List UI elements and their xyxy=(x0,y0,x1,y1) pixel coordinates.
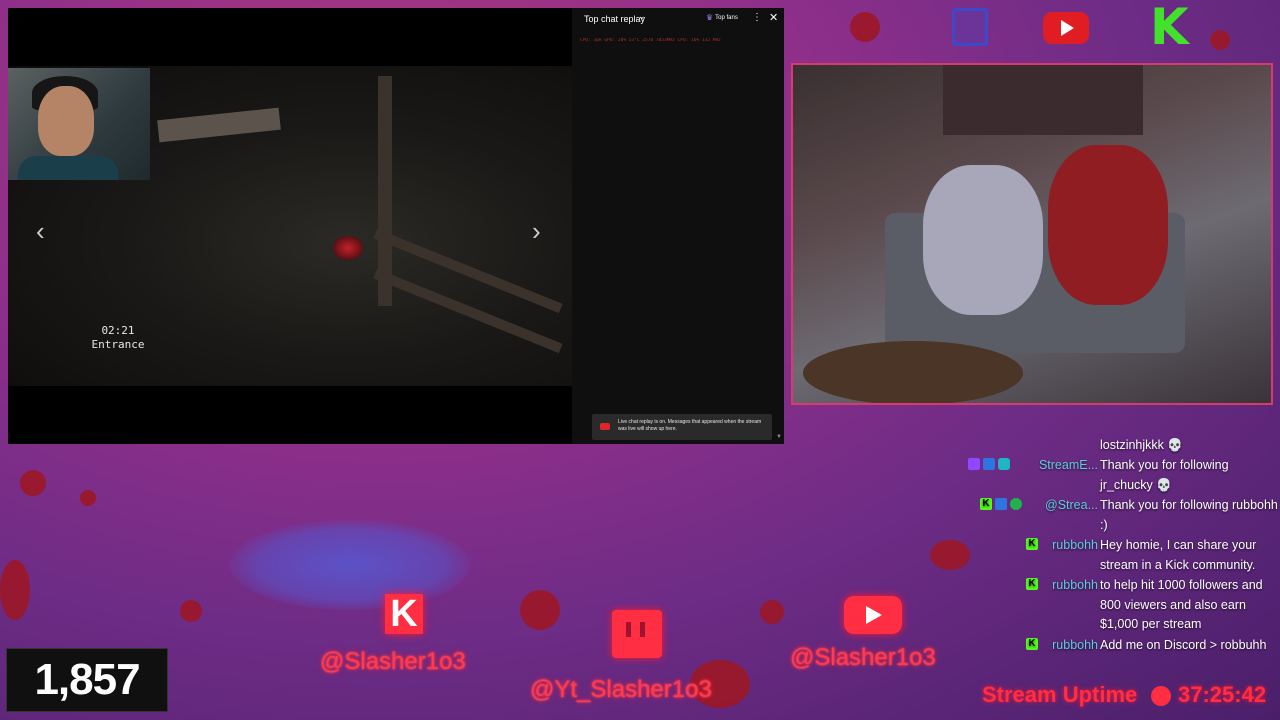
badge-group: K xyxy=(980,498,1022,510)
chat-header: Top chat replay ⌄ ♛ Top fans ⋮ ✕ xyxy=(572,8,784,30)
next-arrow-icon[interactable]: › xyxy=(532,218,541,244)
game-location: Entrance xyxy=(91,338,145,351)
twitch-handle: @Yt_Slasher1o3 xyxy=(530,676,712,703)
clock-icon xyxy=(1151,686,1171,706)
chat-replay-panel: Top chat replay ⌄ ♛ Top fans ⋮ ✕ CPU: 3p… xyxy=(572,8,784,444)
twitch-badge-icon xyxy=(968,458,980,470)
performance-stats: CPU: 3pk GPU: 20% 53°C 2570 7053MHz CPU:… xyxy=(580,38,721,43)
kick-handle: @Slasher1o3 xyxy=(320,648,466,675)
game-time: 02:21 xyxy=(101,324,135,337)
gear-badge-icon xyxy=(1010,498,1022,510)
kick-icon: K xyxy=(385,594,423,634)
blood-splatter xyxy=(1210,30,1230,50)
blood-splatter xyxy=(930,540,970,570)
chat-message-text: Hey homie, I can share your stream in a … xyxy=(1100,538,1257,572)
previous-arrow-icon[interactable]: ‹ xyxy=(36,218,45,244)
blood-splatter xyxy=(180,600,202,622)
chevron-down-icon[interactable]: ⌄ xyxy=(638,11,646,22)
kick-badge-icon: K xyxy=(1026,578,1038,590)
more-options-icon[interactable]: ⋮ xyxy=(752,12,762,23)
badge-group: K xyxy=(1026,538,1038,550)
close-icon[interactable]: ✕ xyxy=(769,11,778,24)
chat-message-text: Thank you for following rubbohh :) xyxy=(1100,498,1278,532)
chat-username[interactable]: rubbohh xyxy=(1052,576,1098,596)
chat-message-text: lostzinhjkkk 💀 xyxy=(1100,438,1183,452)
chat-username[interactable]: rubbohh xyxy=(1052,636,1098,656)
blood-splatter xyxy=(80,490,96,506)
kick-icon: K xyxy=(1150,0,1189,56)
kick-badge-icon: K xyxy=(980,498,992,510)
wooden-sign xyxy=(157,107,281,143)
replay-notice-text: Live chat replay is on. Messages that ap… xyxy=(618,419,762,432)
robot-badge-icon xyxy=(998,458,1010,470)
blood-splatter xyxy=(760,600,784,624)
wall-tapestry xyxy=(943,65,1143,135)
badge-group: K xyxy=(1026,638,1038,650)
chat-message-text: Thank you for following jr_chucky 💀 xyxy=(1100,458,1229,492)
dog xyxy=(803,341,1023,403)
game-hud: 02:21 Entrance xyxy=(72,324,164,352)
chat-message-text: to help hit 1000 followers and 800 viewe… xyxy=(1100,578,1263,631)
kick-badge-icon: K xyxy=(1026,638,1038,650)
room-camera xyxy=(791,63,1273,405)
twitch-icon xyxy=(612,610,662,658)
blood-splatter xyxy=(20,470,46,496)
top-fans-label: Top fans xyxy=(715,14,738,21)
red-light xyxy=(333,236,363,260)
facecam-face xyxy=(38,86,94,156)
kick-badge-icon: K xyxy=(1026,538,1038,550)
blood-splatter xyxy=(850,12,880,42)
youtube-icon xyxy=(844,596,902,634)
youtube-icon xyxy=(1043,12,1089,44)
fence-rail xyxy=(373,268,563,354)
pencil-badge-icon xyxy=(983,458,995,470)
youtube-handle: @Slasher1o3 xyxy=(790,644,936,671)
badge-group xyxy=(968,458,1010,470)
scroll-down-icon[interactable]: ▼ xyxy=(776,434,782,440)
chat-username[interactable]: @Strea... xyxy=(1045,496,1098,516)
stream-uptime-label: Stream Uptime xyxy=(982,682,1138,707)
replay-notice: Live chat replay is on. Messages that ap… xyxy=(592,414,772,440)
stream-uptime-time: 37:25:42 xyxy=(1178,682,1267,707)
twitch-icon xyxy=(952,8,988,46)
facecam xyxy=(8,68,150,180)
chat-message-text: Add me on Discord > robbuhh xyxy=(1100,638,1267,652)
chat-mode-dropdown[interactable]: Top chat replay xyxy=(584,14,645,24)
viewer-count: 1,857 xyxy=(6,648,168,712)
video-frame[interactable]: ‹ › 02:21 Entrance xyxy=(8,8,572,444)
blanket xyxy=(923,165,1043,315)
embedded-video-player[interactable]: ‹ › 02:21 Entrance Top chat replay ⌄ ♛ T… xyxy=(8,8,784,444)
badge-group: K xyxy=(1026,578,1038,590)
chat-username[interactable]: StreamE... xyxy=(1039,456,1098,476)
blood-splatter xyxy=(520,590,560,630)
chat-username[interactable]: rubbohh xyxy=(1052,536,1098,556)
youtube-icon xyxy=(600,423,610,430)
background-cloud xyxy=(230,520,470,610)
blood-splatter xyxy=(0,560,30,620)
facecam-shirt xyxy=(18,156,118,180)
sword-badge-icon xyxy=(995,498,1007,510)
sleeping-person xyxy=(1048,145,1168,305)
top-fans-button[interactable]: ♛ Top fans xyxy=(706,13,738,22)
crown-icon: ♛ xyxy=(706,13,714,22)
